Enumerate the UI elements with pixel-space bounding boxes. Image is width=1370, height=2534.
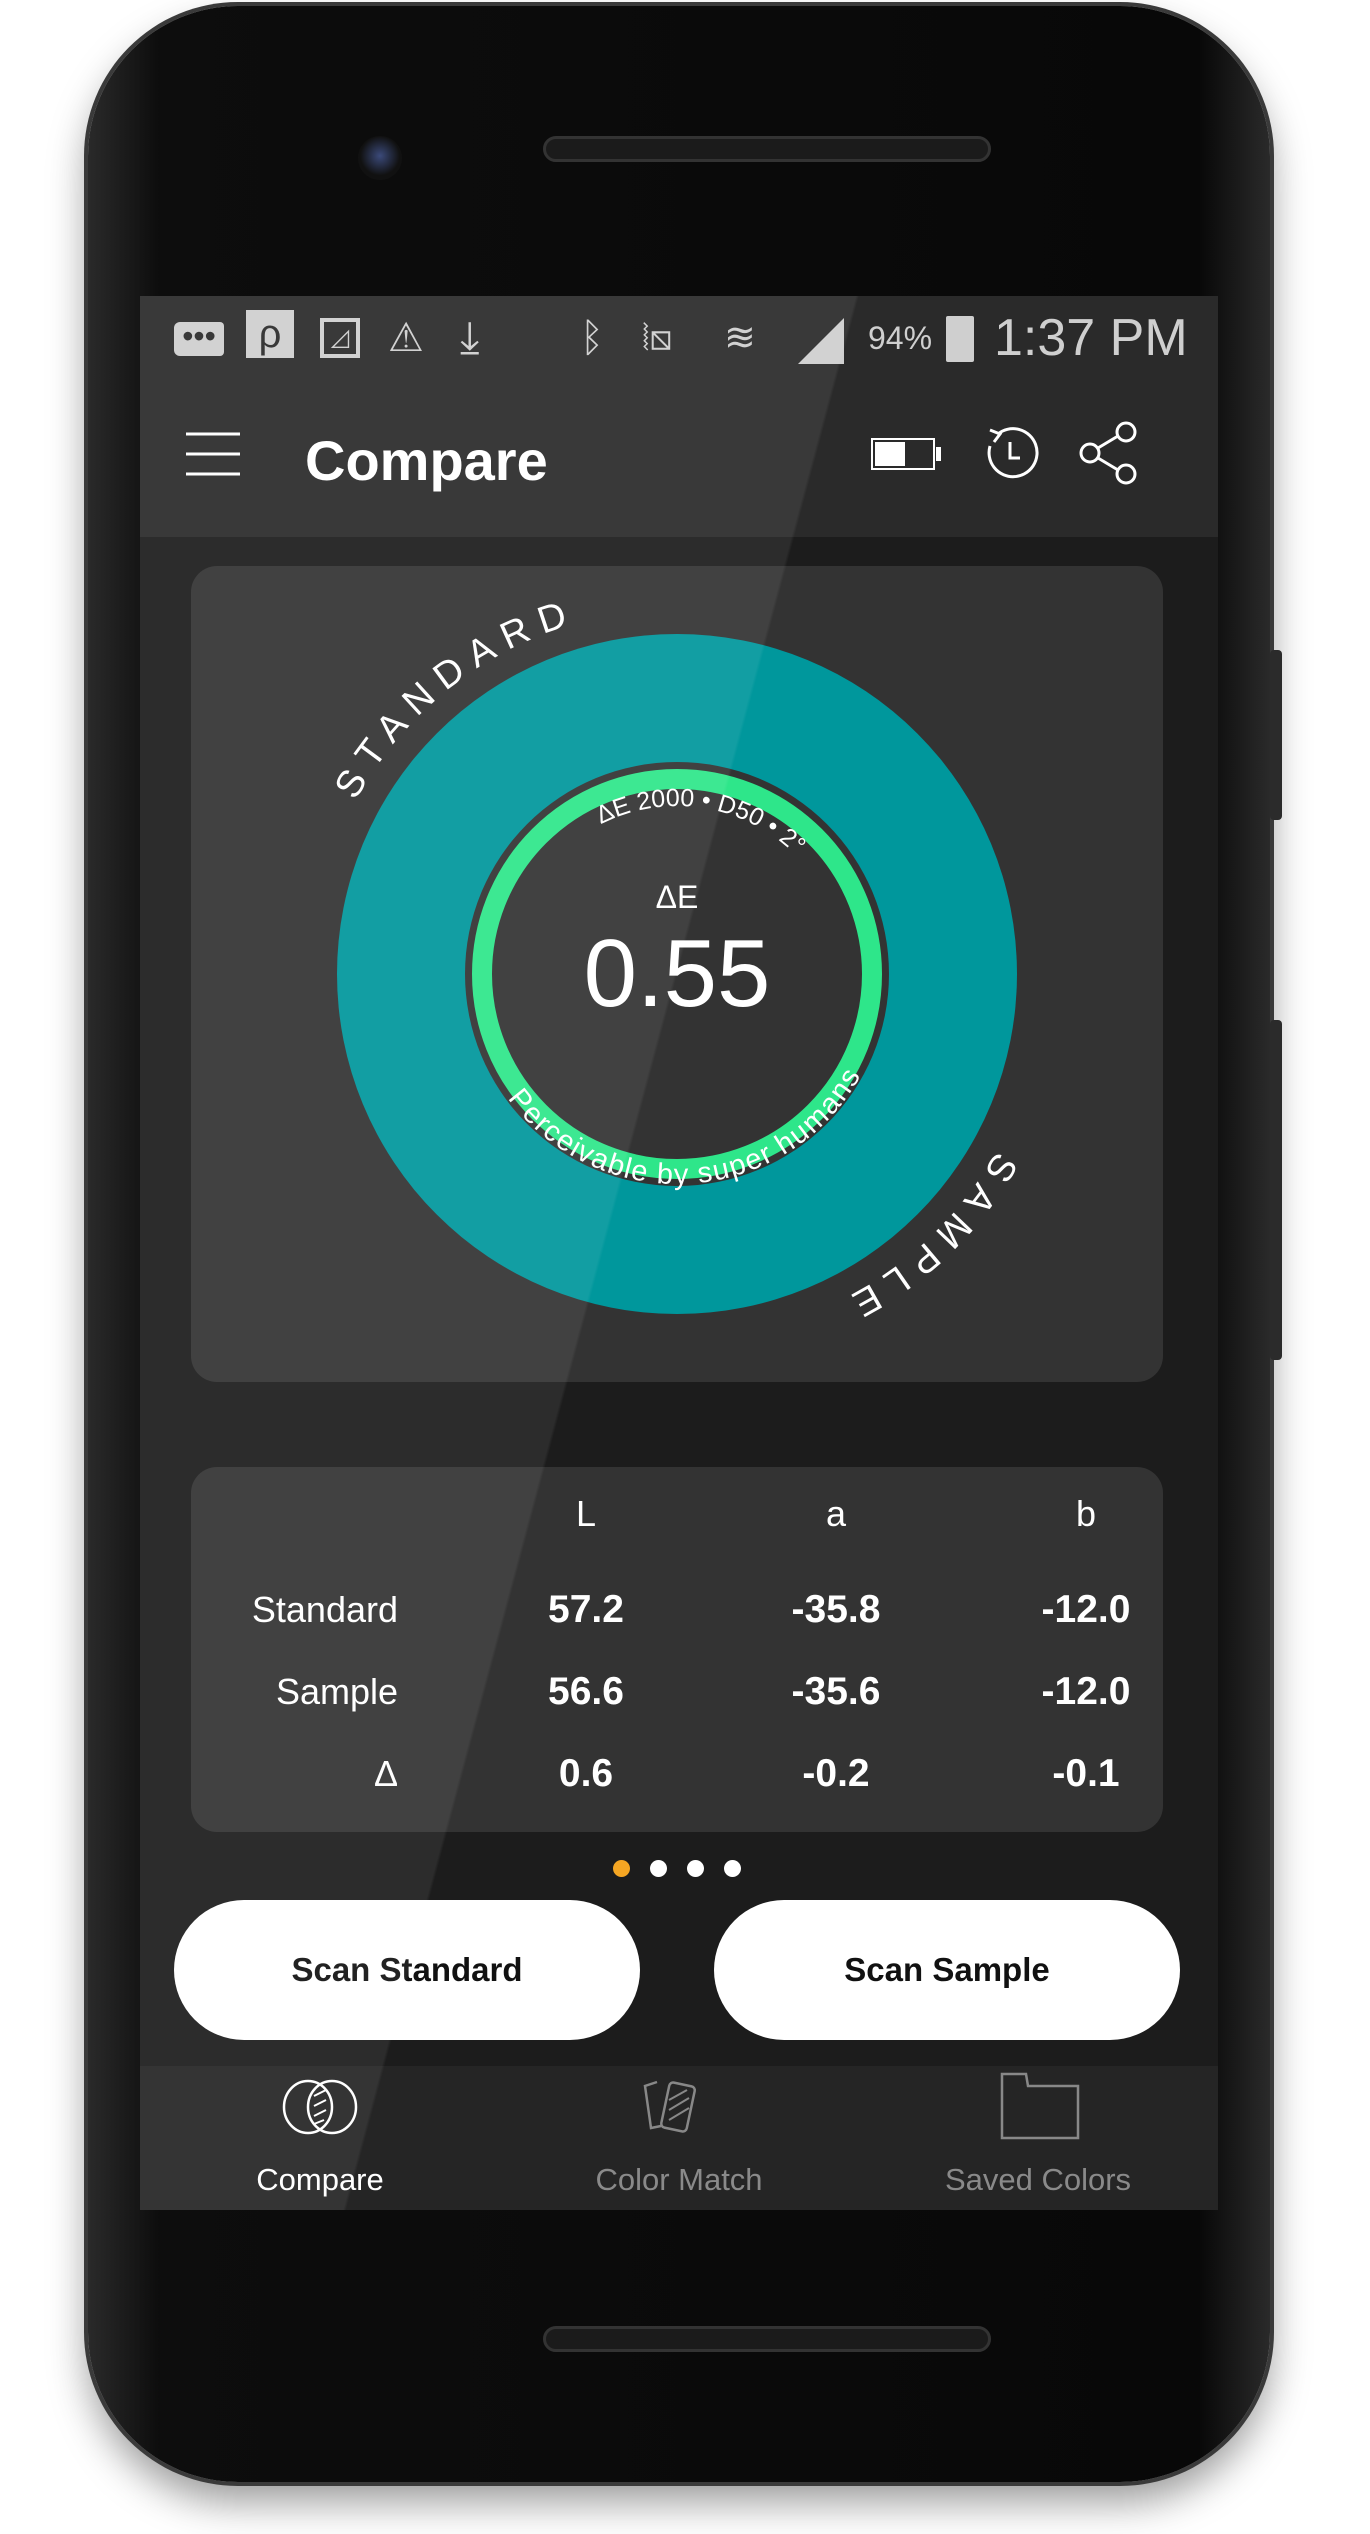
top-speaker — [543, 136, 991, 162]
screen: ••• ρ ◿ ⚠ ⤓ ᛒ ⦚⧅ ≋ 94% 1:37 PM Compare S… — [140, 296, 1218, 2210]
page-indicator-dot[interactable] — [650, 1860, 667, 1877]
search-app-icon: ρ — [246, 310, 294, 358]
column-header-a: a — [825, 1493, 847, 1534]
bottom-speaker — [543, 2326, 991, 2352]
lab-table-card: L a b Standard 57.2 -35.8 -12.0 Sample 5… — [191, 1467, 1163, 1832]
message-icon: ••• — [174, 320, 224, 356]
page-indicator-dot[interactable] — [687, 1860, 704, 1877]
sample-a: -35.6 — [791, 1670, 881, 1713]
delta-a: -0.2 — [802, 1752, 870, 1795]
row-label-standard: Standard — [251, 1589, 398, 1630]
compare-icon — [282, 2079, 358, 2135]
folder-icon — [1000, 2072, 1080, 2140]
vibrate-icon: ⦚⧅ — [642, 317, 673, 358]
app-bar: Compare — [140, 380, 1218, 537]
column-header-b: b — [1075, 1493, 1097, 1534]
volume-button — [1270, 650, 1282, 820]
sample-l: 56.6 — [548, 1670, 624, 1713]
nav-item-compare[interactable]: Compare — [140, 2066, 500, 2210]
page-indicator-dot-active[interactable] — [613, 1860, 630, 1877]
row-label-delta: Δ — [373, 1753, 398, 1794]
front-camera — [358, 136, 402, 180]
nav-label: Saved Colors — [944, 2162, 1132, 2197]
power-button — [1270, 1020, 1282, 1360]
page-indicator-dot[interactable] — [724, 1860, 741, 1877]
scan-standard-button[interactable]: Scan Standard — [174, 1900, 640, 2040]
bottom-nav: Compare Color Match Saved Colors — [140, 2066, 1218, 2210]
share-icon[interactable] — [1078, 420, 1140, 486]
warning-icon: ⚠ — [388, 316, 424, 360]
nav-item-color-match[interactable]: Color Match — [499, 2066, 859, 2210]
scan-sample-button[interactable]: Scan Sample — [714, 1900, 1180, 2040]
download-icon: ⤓ — [460, 313, 480, 362]
color-match-icon — [643, 2080, 697, 2133]
standard-l: 57.2 — [548, 1588, 624, 1631]
wifi-icon: ≋ — [724, 317, 756, 359]
clock: 1:37 PM — [994, 309, 1188, 367]
device-battery-icon[interactable] — [870, 436, 946, 472]
standard-b: -12.0 — [1041, 1588, 1131, 1631]
delta-e-value: 0.55 — [584, 920, 771, 1027]
sample-b: -12.0 — [1041, 1670, 1131, 1713]
signal-icon — [798, 318, 844, 364]
standard-a: -35.8 — [791, 1588, 881, 1631]
nav-item-saved-colors[interactable]: Saved Colors — [858, 2066, 1218, 2210]
delta-e-label: ΔE — [656, 879, 699, 915]
nav-label: Compare — [256, 2162, 384, 2197]
delta-e-dial: STANDARD SAMPLE ΔE 2000 • D50 • 2° Perce… — [327, 591, 1017, 1330]
delta-b: -0.1 — [1052, 1752, 1120, 1795]
column-header-l: L — [575, 1493, 597, 1534]
history-icon[interactable] — [980, 424, 1040, 484]
row-label-sample: Sample — [275, 1671, 398, 1712]
delta-e-card: STANDARD SAMPLE ΔE 2000 • D50 • 2° Perce… — [191, 566, 1163, 1382]
battery-icon — [946, 316, 974, 362]
nav-label: Color Match — [595, 2162, 763, 2197]
image-icon: ◿ — [320, 318, 360, 358]
bluetooth-icon: ᛒ — [580, 316, 604, 360]
battery-percent: 94% — [868, 320, 933, 356]
status-bar: ••• ρ ◿ ⚠ ⤓ ᛒ ⦚⧅ ≋ 94% 1:37 PM — [140, 296, 1218, 380]
menu-icon[interactable] — [184, 430, 244, 480]
delta-l: 0.6 — [558, 1752, 614, 1795]
page-title: Compare — [305, 429, 548, 492]
